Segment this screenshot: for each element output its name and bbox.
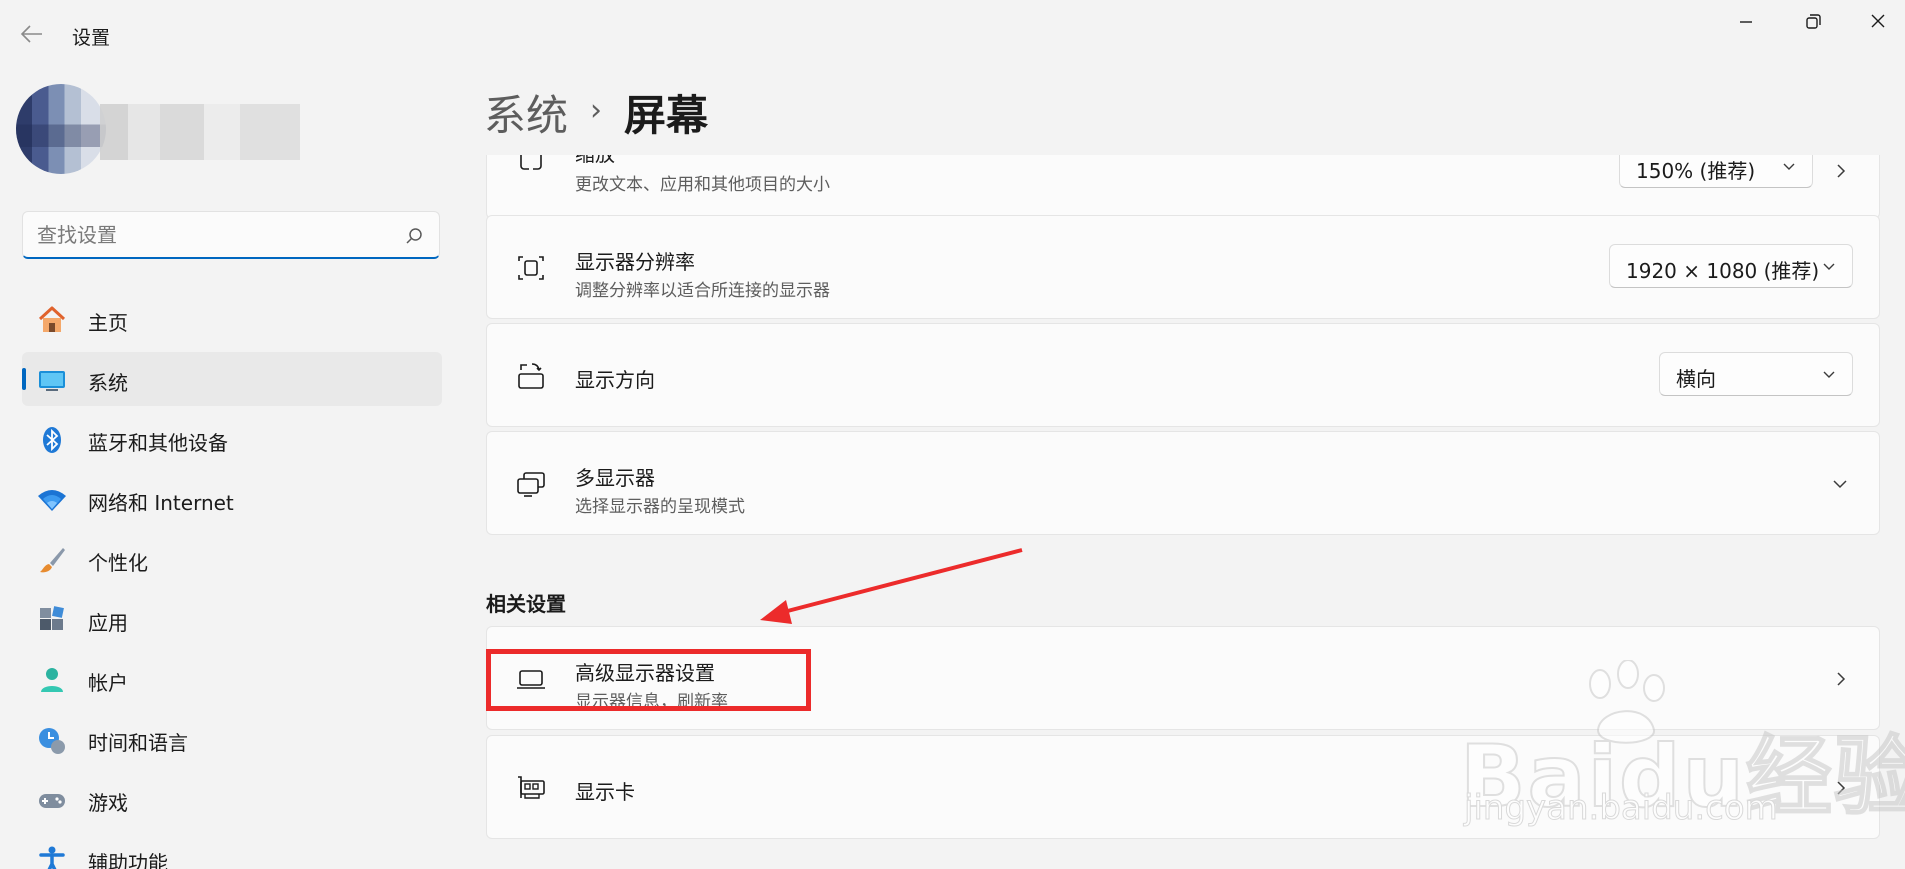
search-input[interactable] (37, 220, 397, 250)
system-display-icon (39, 371, 65, 391)
chevron-down-icon (1823, 263, 1835, 270)
resolution-value: 1920 × 1080 (推荐) (1626, 259, 1820, 283)
sidebar-nav: 主页 系统 蓝牙和其他设备 网络和 Internet 个性化 应用 帐户 时间和… (22, 292, 442, 869)
sidebar-item-accessibility[interactable]: 辅助功能 (22, 832, 442, 869)
title-bar: 设置 (0, 0, 1905, 68)
orientation-value: 横向 (1676, 367, 1716, 391)
annotation-highlight-box (486, 649, 811, 711)
apps-icon (40, 606, 64, 630)
sidebar-item-label: 蓝牙和其他设备 (88, 431, 228, 455)
sidebar-item-label: 应用 (88, 611, 128, 635)
sidebar-item-personalization[interactable]: 个性化 (22, 532, 442, 586)
resolution-dropdown[interactable]: 1920 × 1080 (推荐) (1609, 244, 1853, 288)
sidebar-item-network[interactable]: 网络和 Internet (22, 472, 442, 526)
sidebar-item-home[interactable]: 主页 (22, 292, 442, 346)
sidebar-item-system[interactable]: 系统 (22, 352, 442, 406)
resolution-icon (518, 256, 544, 280)
watermark-url: jingyan.baidu.com (1464, 788, 1779, 829)
scale-value: 150% (推荐) (1636, 159, 1756, 183)
resolution-title: 显示器分辨率 (575, 250, 695, 274)
close-button[interactable] (1858, 8, 1898, 36)
sidebar-item-label: 游戏 (88, 791, 128, 815)
scale-dropdown[interactable]: 150% (推荐) (1619, 155, 1813, 188)
gamepad-icon (39, 794, 65, 808)
app-title: 设置 (72, 27, 111, 49)
multiple-displays-title: 多显示器 (575, 466, 655, 490)
related-settings-heading: 相关设置 (486, 592, 566, 616)
page-title: 屏幕 (624, 90, 709, 140)
graphics-title: 显示卡 (575, 780, 635, 804)
scale-title: 缩放 (575, 155, 615, 167)
accessibility-icon (39, 846, 65, 869)
breadcrumb-separator: › (590, 92, 603, 128)
orientation-title: 显示方向 (575, 368, 655, 392)
graphics-card-icon (518, 776, 545, 799)
restore-icon (1806, 14, 1821, 29)
close-icon (1871, 14, 1885, 28)
sidebar-item-label: 帐户 (88, 671, 128, 695)
minimize-button[interactable] (1726, 8, 1766, 36)
clock-globe-icon (39, 728, 65, 754)
sidebar-item-label: 主页 (88, 311, 128, 335)
settings-window: 设置 查找设置 主页 系统 蓝牙和其他设备 网络和 Internet 个性化 应… (0, 0, 1905, 869)
orientation-dropdown[interactable]: 横向 (1659, 352, 1853, 396)
sidebar-item-bluetooth[interactable]: 蓝牙和其他设备 (22, 412, 442, 466)
chevron-right-icon (1837, 164, 1846, 178)
sidebar-item-label: 时间和语言 (88, 731, 188, 755)
sidebar-item-label: 个性化 (88, 551, 148, 575)
search-icon[interactable] (405, 227, 423, 245)
multiple-displays-icon (517, 472, 545, 497)
minimize-icon (1740, 21, 1752, 23)
scale-icon (520, 155, 542, 170)
resolution-row: 显示器分辨率 调整分辨率以适合所连接的显示器 1920 × 1080 (推荐) (486, 215, 1880, 319)
orientation-row: 显示方向 横向 (486, 323, 1880, 427)
search-box[interactable] (22, 211, 440, 259)
avatar[interactable] (16, 84, 106, 174)
back-button[interactable] (18, 22, 46, 46)
profile-info-blurred (100, 104, 300, 160)
sidebar-item-accounts[interactable]: 帐户 (22, 652, 442, 706)
paintbrush-icon (40, 548, 65, 573)
wifi-icon (38, 490, 66, 511)
multiple-displays-row[interactable]: 多显示器 选择显示器的呈现模式 (486, 431, 1880, 535)
breadcrumb-parent[interactable]: 系统 (484, 82, 568, 143)
scale-row[interactable]: 缩放 更改文本、应用和其他项目的大小 150% (推荐) (486, 155, 1880, 219)
scale-subtitle: 更改文本、应用和其他项目的大小 (575, 175, 830, 195)
display-orientation-icon (518, 363, 544, 389)
arrow-left-icon (20, 25, 42, 43)
account-icon (41, 668, 63, 692)
sidebar-item-gaming[interactable]: 游戏 (22, 772, 442, 826)
multiple-displays-subtitle: 选择显示器的呈现模式 (575, 497, 745, 517)
restore-button[interactable] (1792, 8, 1832, 36)
sidebar-item-label: 辅助功能 (88, 851, 168, 869)
home-icon (38, 306, 66, 332)
bluetooth-icon (43, 427, 61, 453)
chevron-down-icon (1783, 163, 1795, 170)
sidebar-item-label: 系统 (88, 371, 128, 395)
sidebar-item-apps[interactable]: 应用 (22, 592, 442, 646)
sidebar-item-label: 网络和 Internet (88, 491, 234, 515)
annotation-arrow (760, 548, 1023, 624)
sidebar-item-time-language[interactable]: 时间和语言 (22, 712, 442, 766)
chevron-down-icon[interactable] (1831, 476, 1849, 492)
chevron-down-icon (1823, 371, 1835, 378)
baidu-jingyan-watermark: Baidu经验 jingyan.baidu.com (1459, 660, 1905, 830)
resolution-subtitle: 调整分辨率以适合所连接的显示器 (575, 281, 830, 301)
breadcrumb: 系统 › 屏幕 (484, 84, 708, 140)
